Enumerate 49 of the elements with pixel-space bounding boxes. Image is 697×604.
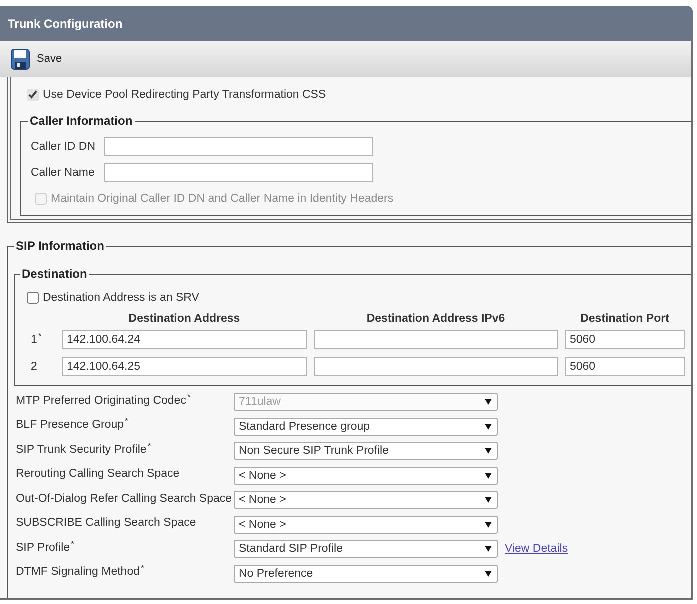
field-label: SIP Trunk Security Profile$^{*}$ [16,444,152,456]
ipv6-address-field[interactable] [314,330,558,349]
checkbox-label: Destination Address is an SRV [43,292,200,304]
caret-icon [485,497,492,503]
field-label: SUBSCRIBE Calling Search Space [16,517,198,529]
field-label: Caller ID DN [31,140,97,152]
column-header: Destination Port [580,313,670,325]
section-title: Caller Information [29,114,134,128]
dropdown[interactable]: Non Secure SIP Trunk Profile [234,442,498,460]
field-label: Out-Of-Dialog Refer Calling Search Space [16,492,234,504]
caret-icon [485,546,492,552]
row-number: 2 [31,360,38,372]
caret-icon [485,448,492,454]
field-label: SIP Profile$^{*}$ [16,542,76,554]
caret-icon [485,399,492,405]
port-field[interactable]: 5060 [565,357,685,376]
field-label: Rerouting Calling Search Space [16,468,181,480]
field-label: MTP Preferred Originating Codec$^{*}$ [16,394,192,406]
address-field[interactable]: 142.100.64.25 [62,357,307,376]
save-button[interactable]: Save [11,48,62,70]
row-number: 1$^{*}$ [31,334,43,346]
column-header: Destination Address [128,313,240,325]
column-header: Destination Address IPv6 [366,313,506,325]
field-label: BLF Presence Group$^{*}$ [16,419,130,431]
window-title: Trunk Configuration [8,16,123,30]
checkbox[interactable] [27,292,39,304]
dropdown[interactable]: < None > [234,466,498,484]
dropdown[interactable]: < None > [234,491,498,509]
checkbox-label: Maintain Original Caller ID DN and Caller Name in Identity Headers [51,193,394,205]
view-details-link[interactable]: View Details [505,543,568,555]
field-label: Caller Name [31,166,96,178]
checkbox[interactable] [27,89,39,101]
section-title: Destination [21,267,88,281]
dropdown[interactable]: No Preference [234,564,498,582]
caret-icon [485,570,492,576]
caret-icon [485,522,492,528]
text-field[interactable] [104,163,373,182]
field-label: DTMF Signaling Method$^{*}$ [16,566,146,578]
port-field[interactable]: 5060 [565,330,685,349]
caret-icon [485,472,492,478]
caret-icon [485,424,492,430]
dropdown[interactable]: Standard SIP Profile [234,540,498,558]
text-field[interactable] [104,137,373,156]
checkbox-label: Use Device Pool Redirecting Party Transformation CSS [43,89,326,101]
address-field[interactable]: 142.100.64.24 [62,330,307,349]
section-title: SIP Information [15,239,106,253]
ipv6-address-field[interactable] [314,357,558,376]
dropdown[interactable]: < None > [234,516,498,534]
dropdown[interactable]: Standard Presence group [234,418,498,436]
